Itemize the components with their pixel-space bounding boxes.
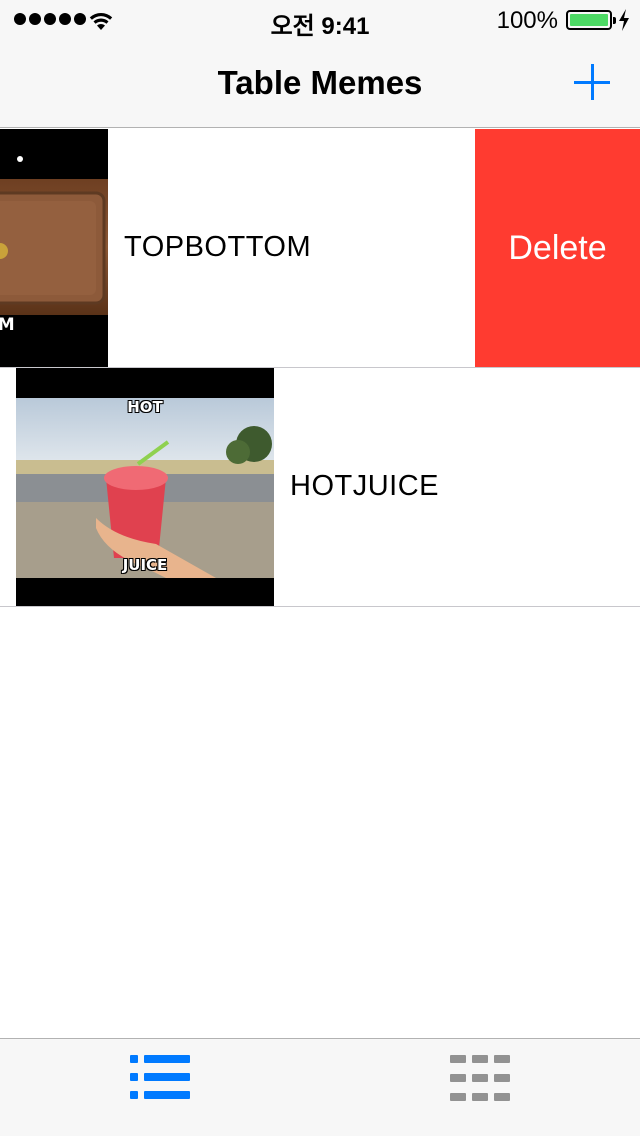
battery-icon bbox=[566, 10, 616, 30]
battery-percentage: 100% bbox=[496, 7, 558, 34]
row-title: HOTJUICE bbox=[290, 470, 439, 502]
row-content[interactable]: OM TOPBOTTOM bbox=[0, 129, 474, 367]
meme-thumbnail: OM bbox=[0, 129, 108, 367]
list-icon bbox=[130, 1055, 190, 1099]
delete-button[interactable]: Delete bbox=[475, 129, 640, 367]
table-row[interactable]: OM TOPBOTTOM Delete bbox=[0, 129, 640, 368]
page-title: Table Memes bbox=[217, 64, 423, 101]
meme-bottom-caption: OM bbox=[0, 315, 108, 335]
tab-grid[interactable] bbox=[320, 1039, 640, 1136]
status-bar: 오전 9:41 100% bbox=[0, 0, 640, 40]
meme-bottom-caption: JUICE bbox=[122, 556, 168, 574]
meme-thumbnail: HOT JUICE bbox=[16, 368, 274, 606]
row-content[interactable]: HOT JUICE HOTJUICE bbox=[0, 368, 640, 606]
add-button[interactable] bbox=[572, 62, 612, 102]
grid-icon bbox=[450, 1055, 510, 1103]
charging-bolt-icon bbox=[619, 9, 629, 31]
navigation-bar: Table Memes bbox=[0, 40, 640, 128]
meme-top-caption: HOT bbox=[127, 398, 163, 416]
row-title: TOPBOTTOM bbox=[124, 231, 312, 263]
table-row[interactable]: HOT JUICE HOTJUICE bbox=[0, 368, 640, 607]
app-screen: 오전 9:41 100% Table Memes TOPBOTTOM Delet… bbox=[0, 0, 640, 1136]
tab-list[interactable] bbox=[0, 1039, 320, 1136]
meme-table[interactable]: OM TOPBOTTOM Delete bbox=[0, 129, 640, 607]
tab-bar bbox=[0, 1038, 640, 1136]
